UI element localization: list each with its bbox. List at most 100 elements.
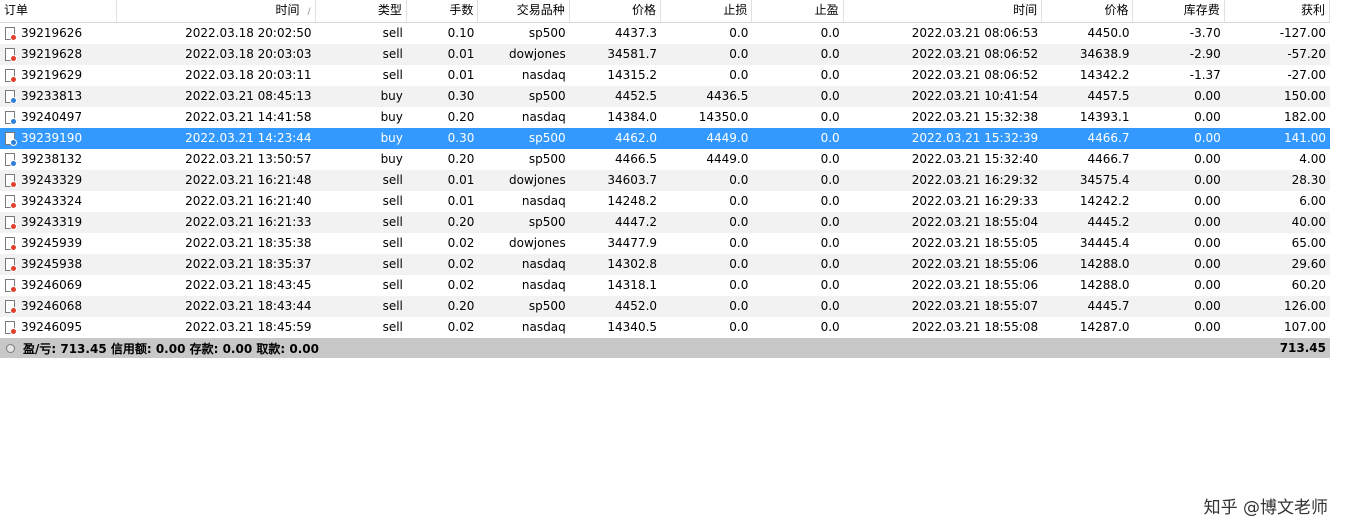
- cell-text: 4.00: [1299, 152, 1327, 166]
- cell-text: 39240497: [21, 110, 83, 124]
- swap-cell: 0.00: [1133, 275, 1224, 296]
- cell-text: -2.90: [1189, 47, 1221, 61]
- cell-text: nasdaq: [521, 110, 566, 124]
- cell-text: 34603.7: [607, 173, 658, 187]
- header-label: 价格: [632, 3, 657, 17]
- cell-text: nasdaq: [521, 257, 566, 271]
- cell-text: 14342.2: [1079, 68, 1130, 82]
- symbol-cell: dowjones: [478, 233, 569, 254]
- cell-text: dowjones: [509, 173, 566, 187]
- table-row[interactable]: 39238132 2022.03.21 13:50:57 buy 0.20 sp500 4…: [0, 149, 1330, 170]
- cell-text: -3.70: [1189, 26, 1221, 40]
- cell-text: sell: [382, 47, 403, 61]
- type-cell: sell: [316, 23, 407, 44]
- sell-order-icon: [4, 173, 17, 188]
- table-row[interactable]: 39246095 2022.03.21 18:45:59 sell 0.02 nasda…: [0, 317, 1330, 338]
- swap-cell: 0.00: [1133, 254, 1224, 275]
- cell-text: 39246069: [21, 278, 83, 292]
- close-price-cell: 34638.9: [1042, 44, 1133, 65]
- table-row[interactable]: 39219629 2022.03.18 20:03:11 sell 0.01 nasda…: [0, 65, 1330, 86]
- close-time-cell: 2022.03.21 15:32:40: [844, 149, 1042, 170]
- table-row[interactable]: 39219626 2022.03.18 20:02:50 sell 0.10 sp500…: [0, 23, 1330, 44]
- cell-text: 0.00: [1194, 236, 1221, 250]
- header-label: 止盈: [814, 3, 839, 17]
- header-take-profit[interactable]: 止盈: [752, 0, 844, 22]
- close-price-cell: 14288.0: [1042, 275, 1133, 296]
- cell-text: 14302.8: [607, 257, 658, 271]
- cell-text: 0.00: [1194, 110, 1221, 124]
- type-cell: buy: [316, 128, 407, 149]
- cell-text: 2022.03.21 10:41:54: [911, 89, 1039, 103]
- header-type[interactable]: 类型: [316, 0, 407, 22]
- table-row[interactable]: 39243329 2022.03.21 16:21:48 sell 0.01 dowjo…: [0, 170, 1330, 191]
- swap-cell: 0.00: [1133, 317, 1224, 338]
- profit-cell: 65.00: [1225, 233, 1330, 254]
- swap-cell: 0.00: [1133, 191, 1224, 212]
- order-cell: 39219628: [0, 44, 117, 65]
- cell-text: 0.01: [447, 47, 475, 61]
- cell-text: 2022.03.21 18:55:06: [911, 278, 1039, 292]
- cell-text: sell: [382, 173, 403, 187]
- cell-text: sp500: [528, 215, 566, 229]
- cell-text: 40.00: [1291, 215, 1327, 229]
- total-profit: 713.45: [1279, 341, 1326, 355]
- table-row[interactable]: 39243324 2022.03.21 16:21:40 sell 0.01 nasda…: [0, 191, 1330, 212]
- close-price-cell: 14342.2: [1042, 65, 1133, 86]
- close-time-cell: 2022.03.21 16:29:33: [844, 191, 1042, 212]
- close-price-cell: 14288.0: [1042, 254, 1133, 275]
- cell-text: 0.0: [820, 236, 840, 250]
- open-price-cell: 14302.8: [570, 254, 661, 275]
- header-lots[interactable]: 手数: [407, 0, 479, 22]
- header-order[interactable]: 订单: [0, 0, 118, 22]
- take-profit-cell: 0.0: [752, 212, 843, 233]
- table-row[interactable]: 39246069 2022.03.21 18:43:45 sell 0.02 nasda…: [0, 275, 1330, 296]
- stop-loss-cell: 0.0: [661, 233, 752, 254]
- table-row[interactable]: 39219628 2022.03.18 20:03:03 sell 0.01 dowjo…: [0, 44, 1330, 65]
- cell-text: 39246095: [21, 320, 83, 334]
- stop-loss-cell: 0.0: [661, 170, 752, 191]
- table-row[interactable]: 39245939 2022.03.21 18:35:38 sell 0.02 dowjo…: [0, 233, 1330, 254]
- cell-text: 2022.03.21 16:21:40: [185, 194, 312, 208]
- table-row[interactable]: 39240497 2022.03.21 14:41:58 buy 0.20 nasdaq…: [0, 107, 1330, 128]
- cell-text: 4436.5: [706, 89, 749, 103]
- cell-text: nasdaq: [521, 320, 566, 334]
- lots-cell: 0.20: [407, 296, 478, 317]
- header-close-price[interactable]: 价格: [1042, 0, 1134, 22]
- cell-text: 0.0: [820, 173, 840, 187]
- header-open-time[interactable]: 时间 /: [117, 0, 316, 22]
- swap-cell: 0.00: [1133, 296, 1224, 317]
- header-label: 时间: [1013, 3, 1038, 17]
- table-row[interactable]: 39245938 2022.03.21 18:35:37 sell 0.02 nasda…: [0, 254, 1330, 275]
- header-symbol[interactable]: 交易品种: [478, 0, 570, 22]
- header-close-time[interactable]: 时间: [844, 0, 1043, 22]
- open-price-cell: 34581.7: [570, 44, 661, 65]
- cell-text: nasdaq: [521, 194, 566, 208]
- watermark-text: 知乎 @博文老师: [1203, 498, 1328, 518]
- header-stop-loss[interactable]: 止损: [661, 0, 753, 22]
- sell-order-icon: [4, 26, 17, 41]
- order-cell: 39243329: [0, 170, 117, 191]
- open-time-cell: 2022.03.21 16:21:40: [117, 191, 315, 212]
- close-time-cell: 2022.03.21 18:55:06: [844, 275, 1042, 296]
- buy-order-icon: [4, 110, 17, 125]
- table-row[interactable]: 39246068 2022.03.21 18:43:44 sell 0.20 sp500…: [0, 296, 1330, 317]
- type-cell: sell: [316, 44, 407, 65]
- type-cell: sell: [316, 170, 407, 191]
- cell-text: 0.0: [729, 320, 749, 334]
- order-cell: 39219629: [0, 65, 117, 86]
- cell-text: sell: [382, 299, 403, 313]
- table-row[interactable]: 39239190 2022.03.21 14:23:44 buy 0.30 sp500 4…: [0, 128, 1330, 149]
- cell-text: sell: [382, 26, 403, 40]
- header-profit[interactable]: 获利: [1225, 0, 1331, 22]
- open-time-cell: 2022.03.21 14:41:58: [117, 107, 315, 128]
- cell-text: 39243324: [21, 194, 83, 208]
- cell-text: 14350.0: [698, 110, 749, 124]
- cell-text: 0.00: [1194, 320, 1221, 334]
- table-row[interactable]: 39233813 2022.03.21 08:45:13 buy 0.30 sp500 4…: [0, 86, 1330, 107]
- header-swap[interactable]: 库存费: [1133, 0, 1225, 22]
- cell-text: 2022.03.21 18:35:37: [185, 257, 312, 271]
- header-open-price[interactable]: 价格: [570, 0, 662, 22]
- table-row[interactable]: 39243319 2022.03.21 16:21:33 sell 0.20 sp500…: [0, 212, 1330, 233]
- swap-cell: 0.00: [1133, 233, 1224, 254]
- lots-cell: 0.30: [407, 128, 478, 149]
